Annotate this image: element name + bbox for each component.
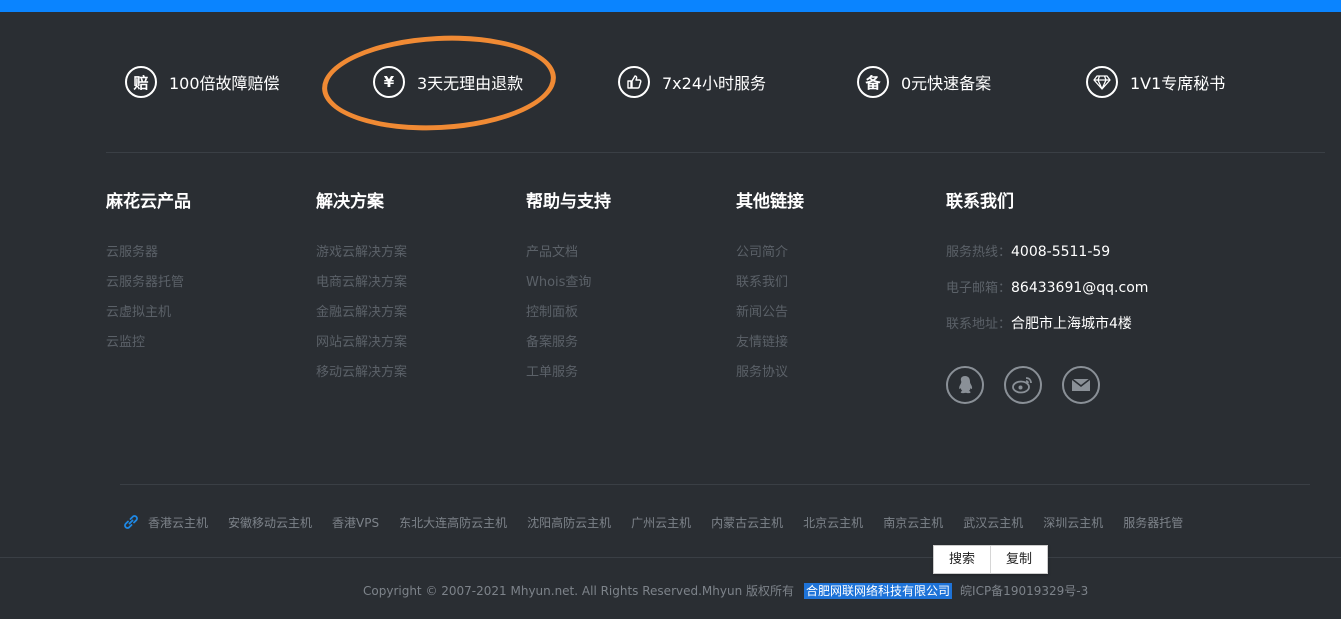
- hotline-value: 4008-5511-59: [1011, 244, 1111, 260]
- footer-link[interactable]: 网站云解决方案: [316, 328, 407, 358]
- feature-filing: 备 0元快速备案: [857, 64, 991, 100]
- friend-link[interactable]: 内蒙古云主机: [711, 514, 783, 531]
- feature-secretary: 1V1专席秘书: [1086, 64, 1225, 100]
- divider: [0, 557, 1341, 558]
- diamond-icon: [1086, 66, 1118, 98]
- qq-icon[interactable]: [946, 366, 984, 404]
- compensation-icon: 赔: [125, 66, 157, 98]
- footer-link[interactable]: 备案服务: [526, 328, 611, 358]
- friend-link[interactable]: 沈阳高防云主机: [527, 514, 611, 531]
- search-button[interactable]: 搜索: [934, 546, 990, 573]
- friend-link[interactable]: 香港云主机: [148, 514, 208, 531]
- footer-link[interactable]: 友情链接: [736, 328, 804, 358]
- column-title: 麻花云产品: [106, 192, 191, 212]
- column-title: 解决方案: [316, 192, 384, 212]
- footer-link[interactable]: 新闻公告: [736, 298, 804, 328]
- feature-label: 1V1专席秘书: [1130, 74, 1226, 93]
- friend-link[interactable]: 东北大连高防云主机: [399, 514, 507, 531]
- contact-email: 电子邮箱：86433691@qq.com: [946, 277, 1148, 296]
- mail-icon[interactable]: [1062, 366, 1100, 404]
- footer-link[interactable]: 控制面板: [526, 298, 611, 328]
- friend-link[interactable]: 北京云主机: [803, 514, 863, 531]
- footer-link[interactable]: 金融云解决方案: [316, 298, 407, 328]
- footer-link[interactable]: 移动云解决方案: [316, 358, 407, 388]
- footer-link[interactable]: 电商云解决方案: [316, 268, 407, 298]
- footer-link[interactable]: 云服务器托管: [106, 268, 191, 298]
- company-name[interactable]: 合肥网联网络科技有限公司: [804, 583, 953, 599]
- footer-link[interactable]: 云虚拟主机: [106, 298, 191, 328]
- copyright: Copyright © 2007-2021 Mhyun.net. All Rig…: [363, 582, 1088, 599]
- weibo-icon[interactable]: [1004, 366, 1042, 404]
- feature-compensation: 赔 100倍故障赔偿: [125, 64, 280, 100]
- column-contact: 联系我们: [946, 190, 1014, 238]
- friend-link[interactable]: 安徽移动云主机: [228, 514, 312, 531]
- thumbs-up-icon: [618, 66, 650, 98]
- feature-label: 0元快速备案: [901, 74, 992, 93]
- top-accent-bar: [0, 0, 1341, 12]
- friend-link[interactable]: 广州云主机: [631, 514, 691, 531]
- column-title: 其他链接: [736, 192, 804, 212]
- annotation-circle: [319, 29, 559, 137]
- footer-link[interactable]: Whois查询: [526, 268, 611, 298]
- column-support: 帮助与支持 产品文档 Whois查询 控制面板 备案服务 工单服务: [526, 190, 611, 388]
- contact-label: 电子邮箱：: [946, 281, 1012, 296]
- divider: [120, 484, 1310, 485]
- footer-link[interactable]: 云监控: [106, 328, 191, 358]
- contact-hotline: 服务热线：4008-5511-59: [946, 241, 1110, 260]
- email-value: 86433691@qq.com: [1011, 280, 1149, 296]
- column-solutions: 解决方案 游戏云解决方案 电商云解决方案 金融云解决方案 网站云解决方案 移动云…: [316, 190, 407, 388]
- friend-links: 香港云主机 安徽移动云主机 香港VPS 东北大连高防云主机 沈阳高防云主机 广州…: [122, 513, 1203, 531]
- column-title: 帮助与支持: [526, 192, 611, 212]
- copy-button[interactable]: 复制: [991, 546, 1047, 573]
- friend-link[interactable]: 香港VPS: [332, 514, 379, 531]
- footer-link[interactable]: 联系我们: [736, 268, 804, 298]
- copyright-text: Copyright © 2007-2021 Mhyun.net. All Rig…: [363, 584, 795, 598]
- contact-address: 联系地址：合肥市上海城市4楼: [946, 313, 1132, 333]
- friend-link[interactable]: 南京云主机: [883, 514, 943, 531]
- divider: [106, 152, 1325, 153]
- feature-label: 7x24小时服务: [662, 74, 767, 93]
- friend-link[interactable]: 武汉云主机: [963, 514, 1023, 531]
- contact-label: 联系地址：: [946, 317, 1012, 332]
- feature-service: 7x24小时服务: [618, 64, 766, 100]
- contact-label: 服务热线：: [946, 245, 1012, 260]
- footer-link[interactable]: 公司简介: [736, 238, 804, 268]
- feature-label: 100倍故障赔偿: [169, 74, 280, 93]
- link-icon: [124, 515, 138, 529]
- filing-icon: 备: [857, 66, 889, 98]
- friend-link[interactable]: 深圳云主机: [1043, 514, 1103, 531]
- footer-link[interactable]: 工单服务: [526, 358, 611, 388]
- footer-link[interactable]: 云服务器: [106, 238, 191, 268]
- footer-link[interactable]: 服务协议: [736, 358, 804, 388]
- address-value: 合肥市上海城市4楼: [1011, 316, 1132, 332]
- icp-number[interactable]: 皖ICP备19019329号-3: [960, 584, 1088, 598]
- footer-link[interactable]: 游戏云解决方案: [316, 238, 407, 268]
- column-title: 联系我们: [946, 192, 1014, 212]
- column-other-links: 其他链接 公司简介 联系我们 新闻公告 友情链接 服务协议: [736, 190, 804, 388]
- column-products: 麻花云产品 云服务器 云服务器托管 云虚拟主机 云监控: [106, 190, 191, 358]
- friend-link[interactable]: 服务器托管: [1123, 514, 1183, 531]
- footer-link[interactable]: 产品文档: [526, 238, 611, 268]
- selection-popup: 搜索 复制: [933, 545, 1048, 574]
